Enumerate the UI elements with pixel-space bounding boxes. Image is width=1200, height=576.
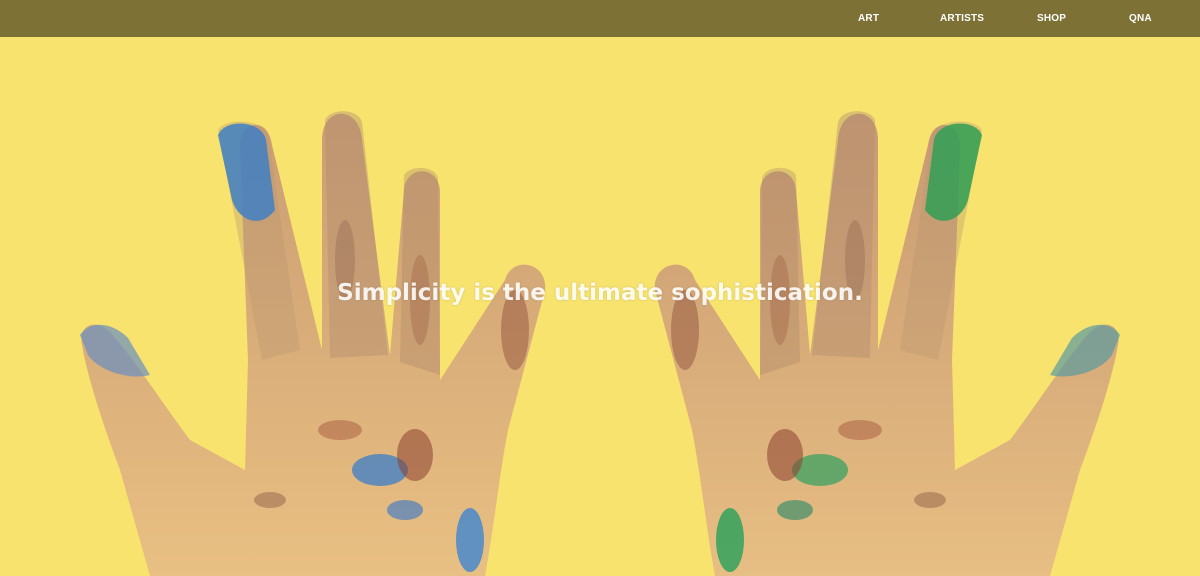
- nav-item-qna[interactable]: QNA: [1129, 13, 1152, 24]
- nav-item-shop[interactable]: SHOP: [1037, 13, 1066, 24]
- top-navigation-bar: ART ARTISTS SHOP QNA: [0, 0, 1200, 37]
- nav-item-artists[interactable]: ARTISTS: [940, 13, 984, 24]
- left-hand: [80, 111, 546, 576]
- right-hand: [654, 111, 1120, 576]
- nav-item-art[interactable]: ART: [858, 13, 879, 24]
- page: ART ARTISTS SHOP QNA Simplicity is the u…: [0, 0, 1200, 576]
- hero-tagline: Simplicity is the ultimate sophisticatio…: [337, 280, 863, 306]
